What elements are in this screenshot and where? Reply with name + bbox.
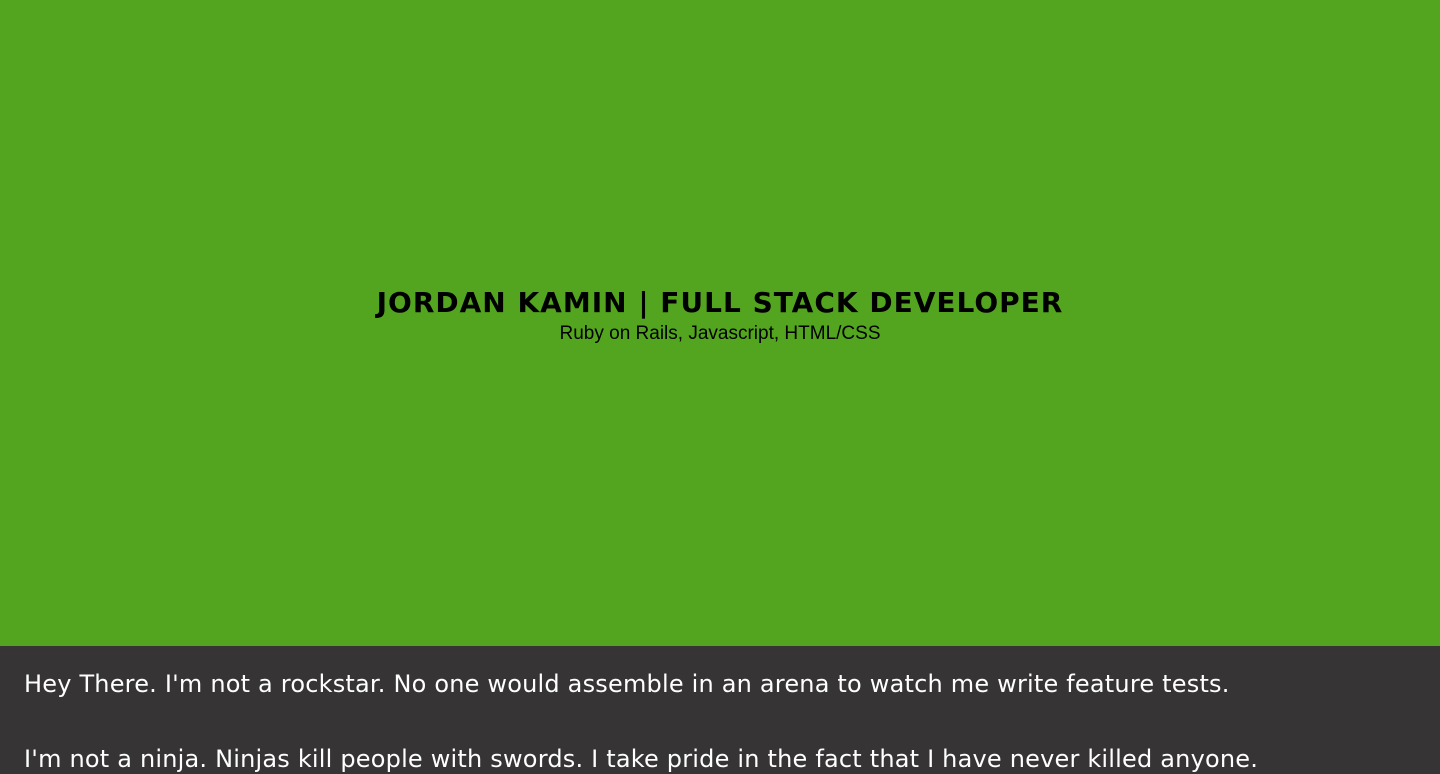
about-paragraph-intro: Hey There. I'm not a rockstar. No one wo… (24, 670, 1230, 698)
page-title: Jordan Kamin | Full Stack Developer (376, 286, 1064, 319)
page-subtitle: Ruby on Rails, Javascript, HTML/CSS (559, 323, 881, 344)
about-section: Hey There. I'm not a rockstar. No one wo… (0, 646, 1440, 774)
about-paragraph-ninja: I'm not a ninja. Ninjas kill people with… (24, 745, 1259, 773)
hero-section: Jordan Kamin | Full Stack Developer Ruby… (0, 0, 1440, 646)
